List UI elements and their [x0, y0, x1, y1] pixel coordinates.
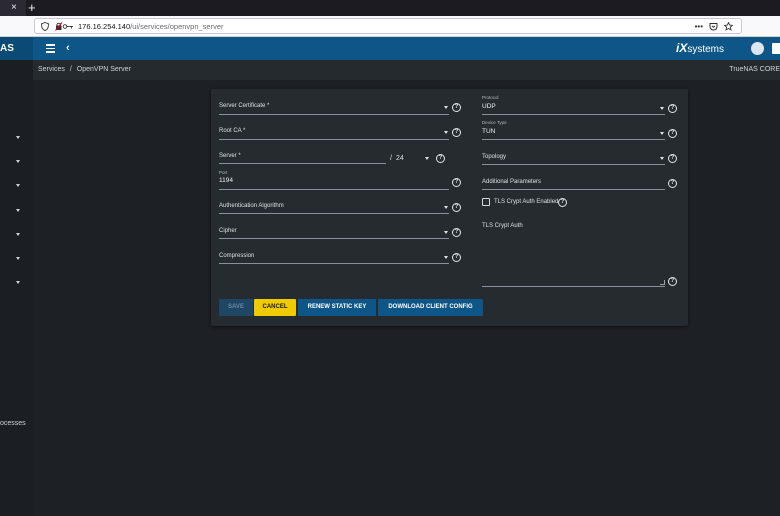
browser-tab-bar: × + [0, 0, 780, 16]
netmask-separator: / [390, 155, 392, 162]
chevron-down-icon [660, 157, 664, 160]
help-icon[interactable]: ? [668, 277, 677, 286]
brand-logo-fragment[interactable]: AS [0, 37, 33, 60]
notes-icon[interactable] [772, 43, 780, 54]
protocol-select[interactable]: Protocol UDP [482, 95, 665, 115]
more-icon[interactable]: ••• [695, 22, 703, 31]
save-button[interactable]: SAVE [219, 299, 253, 316]
chevron-left-icon[interactable]: ‹ [66, 41, 70, 55]
help-icon[interactable]: ? [436, 154, 445, 163]
root-ca-label: Root CA * [219, 128, 246, 134]
sidebar-expand-icon[interactable] [16, 184, 20, 187]
chevron-down-icon [444, 131, 448, 134]
topology-select[interactable]: Topology [482, 149, 665, 165]
url-text[interactable]: 176.16.254.140/ui/services/openvpn_serve… [78, 21, 224, 32]
netmask-value[interactable]: 24 [396, 155, 404, 162]
resize-handle-icon[interactable] [660, 280, 665, 285]
star-icon[interactable] [724, 22, 733, 31]
url-actions: ••• [695, 21, 733, 32]
app-header: AS ‹ iXsystems [0, 37, 780, 60]
authentication-algorithm-select[interactable]: Authentication Algorithm [219, 198, 449, 214]
device-type-value: TUN [482, 128, 496, 135]
download-client-config-button[interactable]: DOWNLOAD CLIENT CONFIG [378, 299, 483, 316]
chevron-down-icon [660, 107, 664, 110]
renew-static-key-button[interactable]: RENEW STATIC KEY [298, 299, 376, 316]
breadcrumb-openvpn: OpenVPN Server [76, 66, 131, 73]
server-certificate-label: Server Certificate * [219, 103, 270, 109]
chevron-down-icon[interactable] [425, 157, 429, 160]
menu-toggle-icon[interactable] [46, 44, 55, 53]
additional-parameters-label: Additional Parameters [482, 179, 542, 185]
help-icon[interactable]: ? [452, 103, 461, 112]
help-icon[interactable]: ? [668, 104, 677, 113]
sidebar-expand-icon[interactable] [16, 136, 20, 139]
device-type-select[interactable]: Device Type TUN [482, 120, 665, 140]
tls-crypt-auth-enabled-label[interactable]: TLS Crypt Auth Enabled [494, 199, 558, 205]
server-label: Server * [219, 153, 241, 159]
topology-label: Topology [482, 154, 507, 160]
ixsystems-logo[interactable]: iXsystems [676, 41, 724, 57]
compression-label: Compression [219, 253, 255, 259]
sidebar: ocesses [0, 60, 33, 516]
shield-icon[interactable] [41, 22, 49, 31]
chevron-down-icon [444, 256, 448, 259]
chevron-down-icon [660, 132, 664, 135]
authentication-algorithm-label: Authentication Algorithm [219, 203, 284, 209]
cipher-label: Cipher [219, 228, 237, 234]
product-name: TrueNAS CORE [729, 66, 780, 73]
port-input[interactable]: Port 1194 [219, 170, 449, 190]
help-icon[interactable]: ? [558, 198, 567, 207]
insecure-lock-icon[interactable] [55, 22, 75, 31]
help-icon[interactable]: ? [668, 154, 677, 163]
ix-logo-mark: iX [676, 41, 688, 55]
help-icon[interactable]: ? [452, 228, 461, 237]
tls-crypt-auth-enabled-checkbox[interactable] [482, 198, 490, 206]
pocket-icon[interactable] [709, 22, 718, 31]
new-tab-icon[interactable]: + [28, 0, 36, 15]
protocol-label: Protocol [482, 95, 499, 100]
help-icon[interactable]: ? [452, 178, 461, 187]
protocol-value: UDP [482, 103, 496, 110]
url-bar[interactable]: 176.16.254.140/ui/services/openvpn_serve… [34, 18, 742, 34]
cipher-select[interactable]: Cipher [219, 223, 449, 239]
compression-select[interactable]: Compression [219, 248, 449, 264]
port-value: 1194 [219, 177, 233, 184]
additional-parameters-input[interactable]: Additional Parameters [482, 174, 665, 190]
browser-tab[interactable]: × [0, 0, 26, 16]
sidebar-item-processes[interactable]: ocesses [0, 420, 26, 427]
cancel-button[interactable]: CANCEL [254, 299, 296, 316]
server-input[interactable]: Server * [219, 148, 386, 164]
help-icon[interactable]: ? [452, 203, 461, 212]
url-path: /ui/services/openvpn_server [130, 22, 224, 31]
browser-nav-bar: 176.16.254.140/ui/services/openvpn_serve… [0, 16, 780, 37]
sidebar-expand-icon[interactable] [16, 257, 20, 260]
root-ca-select[interactable]: Root CA * [219, 124, 449, 140]
tls-crypt-auth-label: TLS Crypt Auth [482, 223, 523, 229]
truecommand-icon[interactable] [751, 42, 764, 55]
sidebar-expand-icon[interactable] [16, 233, 20, 236]
chevron-down-icon [444, 206, 448, 209]
port-label: Port [219, 170, 228, 175]
ix-logo-suffix: systems [687, 44, 725, 55]
help-icon[interactable]: ? [668, 179, 677, 188]
help-icon[interactable]: ? [452, 128, 461, 137]
breadcrumb-services[interactable]: Services [38, 66, 65, 73]
breadcrumb: Services / OpenVPN Server [38, 66, 131, 73]
tls-crypt-auth-textarea[interactable] [482, 286, 665, 287]
sidebar-expand-icon[interactable] [16, 160, 20, 163]
server-certificate-select[interactable]: Server Certificate * [219, 99, 449, 115]
breadcrumb-separator: / [69, 66, 72, 73]
sidebar-expand-icon[interactable] [16, 281, 20, 284]
url-host: 176.16.254.140 [78, 22, 131, 31]
breadcrumb-bar: Services / OpenVPN Server TrueNAS CORE [33, 60, 780, 80]
close-tab-icon[interactable]: × [11, 2, 17, 14]
chevron-down-icon [444, 106, 448, 109]
sidebar-expand-icon[interactable] [16, 209, 20, 212]
device-type-label: Device Type [482, 120, 507, 125]
chevron-down-icon [444, 231, 448, 234]
help-icon[interactable]: ? [452, 253, 461, 262]
help-icon[interactable]: ? [668, 129, 677, 138]
